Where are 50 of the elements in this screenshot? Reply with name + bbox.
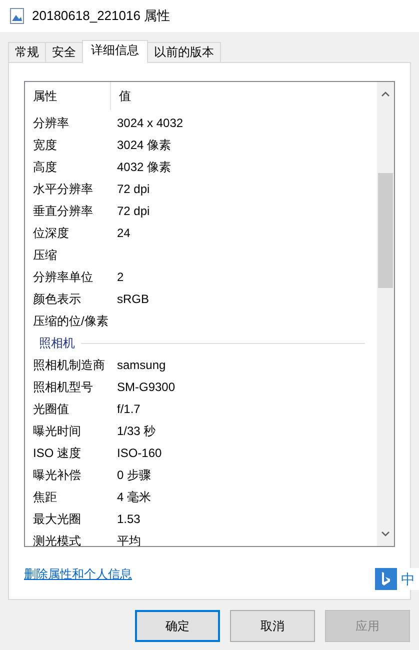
property-name: 曝光补偿 [33, 468, 81, 482]
property-name: 压缩 [33, 248, 57, 262]
dialog-button[interactable]: 确定 [135, 610, 220, 642]
property-name: 分辨率 [33, 116, 69, 130]
property-name: 光圈值 [33, 402, 69, 416]
property-value: 4032 像素 [117, 159, 172, 176]
property-value: 4 毫米 [117, 489, 152, 506]
property-name: 焦距 [33, 490, 57, 504]
property-name: 颜色表示 [33, 292, 81, 306]
property-value: 72 dpi [117, 181, 150, 198]
window-title: 20180618_221016 属性 [32, 7, 170, 26]
property-name: 高度 [33, 160, 57, 174]
property-name: 照相机制造商 [33, 358, 105, 372]
property-name: 垂直分辨率 [33, 204, 93, 218]
property-name: 位深度 [33, 226, 69, 240]
property-name: 宽度 [33, 138, 57, 152]
scrollbar[interactable] [377, 82, 394, 546]
property-value: SM-G9300 [117, 379, 176, 396]
property-value: f/1.7 [117, 401, 140, 418]
property-value: samsung [117, 357, 166, 374]
property-value: sRGB [117, 291, 150, 308]
property-value: 2 [117, 269, 124, 286]
tab[interactable]: 常规 [8, 42, 46, 62]
property-value: 3024 像素 [117, 137, 172, 154]
property-value: ISO-160 [117, 445, 162, 462]
property-name: 分辨率单位 [33, 270, 93, 284]
property-value: 1.53 [117, 511, 140, 528]
property-name: 最大光圈 [33, 512, 81, 526]
tab[interactable]: 详细信息 [82, 40, 148, 63]
property-value: 1/33 秒 [117, 423, 156, 440]
scroll-thumb[interactable] [378, 173, 393, 288]
remove-properties-link[interactable]: 删除属性和个人信息 [24, 565, 132, 583]
property-name: 曝光时间 [33, 424, 81, 438]
property-name: 压缩的位/像素 [33, 314, 108, 328]
tab[interactable]: 以前的版本 [147, 42, 221, 62]
section-heading: 照相机 [39, 335, 75, 352]
dialog-button[interactable]: 取消 [230, 610, 315, 642]
scroll-down-icon[interactable] [381, 531, 390, 537]
property-value: 72 dpi [117, 203, 150, 220]
property-name: 照相机型号 [33, 380, 93, 394]
column-header[interactable]: 值 [119, 89, 131, 103]
property-name: 水平分辨率 [33, 182, 93, 196]
scroll-up-icon[interactable] [381, 91, 390, 97]
column-header[interactable]: 属性 [33, 87, 57, 105]
ime-logo-icon[interactable] [375, 568, 397, 590]
property-name: ISO 速度 [33, 446, 82, 460]
image-file-icon [10, 8, 24, 24]
property-value: 0 步骤 [117, 467, 152, 484]
property-value: 24 [117, 225, 130, 242]
property-value: 3024 x 4032 [117, 115, 184, 132]
